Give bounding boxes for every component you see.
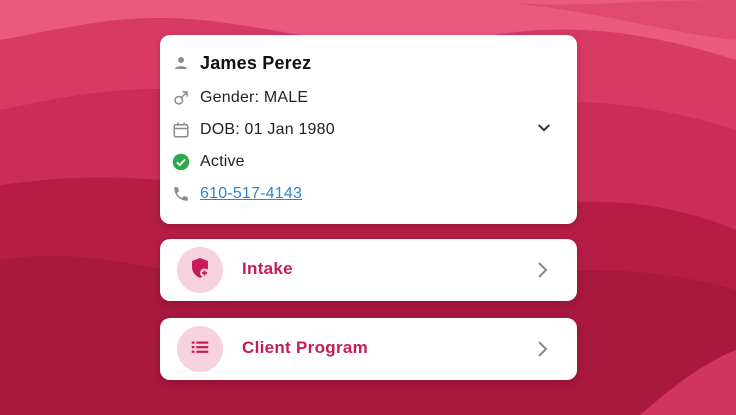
- person-icon: [172, 54, 190, 72]
- status-text: Active: [200, 153, 245, 170]
- phone-link[interactable]: 610-517-4143: [200, 185, 302, 203]
- dob-text: DOB: 01 Jan 1980: [200, 121, 335, 138]
- intake-button[interactable]: Intake: [160, 239, 577, 301]
- check-circle-icon: [172, 153, 190, 171]
- gender-text: Gender: MALE: [200, 89, 309, 106]
- phone-icon: [172, 185, 190, 203]
- dob-row: DOB: 01 Jan 1980: [172, 118, 335, 142]
- male-icon: [172, 89, 190, 107]
- chevron-right-icon: [537, 261, 549, 279]
- client-profile-card: James Perez Gender: MALE DOB: 01 Jan 198…: [160, 35, 577, 224]
- gender-row: Gender: MALE: [172, 86, 308, 110]
- name-row: James Perez: [172, 51, 311, 75]
- expand-chevron-down-icon[interactable]: [535, 119, 553, 137]
- list-icon: [189, 336, 211, 363]
- calendar-icon: [172, 121, 190, 139]
- client-name: James Perez: [200, 52, 312, 73]
- status-row: Active: [172, 150, 245, 174]
- shield-plus-icon: [188, 256, 212, 285]
- phone-row: 610-517-4143: [172, 182, 302, 206]
- client-program-label: Client Program: [242, 338, 369, 357]
- intake-badge: [177, 247, 223, 293]
- chevron-right-icon: [537, 340, 549, 358]
- client-program-badge: [177, 326, 223, 372]
- intake-label: Intake: [242, 259, 293, 278]
- client-program-button[interactable]: Client Program: [160, 318, 577, 380]
